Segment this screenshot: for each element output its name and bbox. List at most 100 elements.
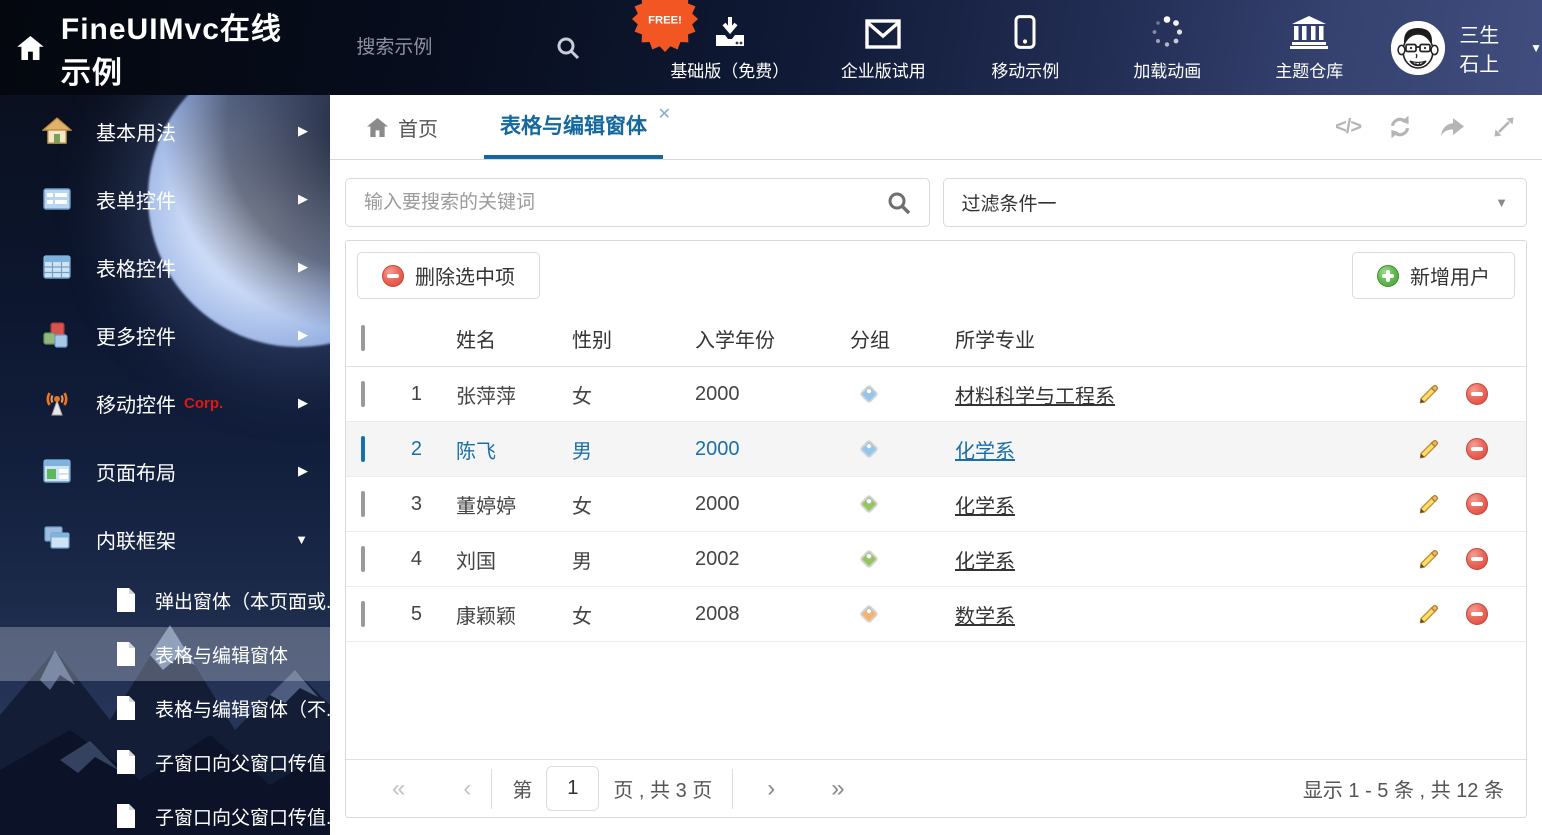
brand[interactable]: FineUIMvc在线示例 — [0, 4, 301, 92]
sidebar-item-form-controls[interactable]: 表单控件 ▶ — [0, 165, 330, 233]
column-header-year[interactable]: 入学年份 — [695, 324, 850, 353]
row-index: 5 — [410, 602, 422, 625]
file-icon — [115, 641, 137, 667]
row-checkbox[interactable] — [361, 490, 365, 517]
file-icon — [115, 695, 137, 721]
nav-item-mobile-demo[interactable]: 移动示例 — [977, 13, 1073, 82]
edit-pencil-icon[interactable] — [1418, 604, 1439, 625]
nav-item-label: 基础版（免费） — [670, 62, 790, 81]
sidebar-subitem-grid-edit-window[interactable]: 表格与编辑窗体 — [0, 627, 330, 681]
major-link[interactable]: 数学系 — [955, 606, 1015, 628]
sidebar-subitem-child-to-parent-2[interactable]: 子窗口向父窗口传值... — [0, 789, 330, 835]
sidebar-item-grid-controls[interactable]: 表格控件 ▶ — [0, 233, 330, 301]
keyword-search-box[interactable] — [345, 178, 930, 227]
major-link[interactable]: 化学系 — [955, 551, 1015, 573]
row-checkbox[interactable] — [361, 600, 365, 627]
delete-selected-label: 删除选中项 — [415, 267, 515, 289]
page-number-input[interactable] — [546, 766, 600, 811]
column-header-gender[interactable]: 性别 — [572, 324, 695, 353]
table-row[interactable]: 1 张萍萍 女 2000 材料科学与工程系 — [346, 367, 1526, 422]
cell-gender: 男 — [572, 550, 592, 573]
delete-selected-button[interactable]: 删除选中项 — [357, 252, 540, 299]
major-link[interactable]: 化学系 — [955, 441, 1015, 463]
delete-row-icon[interactable] — [1466, 548, 1488, 570]
sidebar-subitem-label: 子窗口向父窗口传值 — [155, 753, 327, 775]
major-link[interactable]: 化学系 — [955, 496, 1015, 518]
sidebar-subitem-label: 子窗口向父窗口传值... — [155, 807, 330, 829]
tag-icon — [859, 549, 879, 569]
cell-name: 刘国 — [456, 550, 496, 573]
tag-icon — [859, 494, 879, 514]
sidebar-item-page-layout[interactable]: 页面布局 ▶ — [0, 437, 330, 505]
delete-row-icon[interactable] — [1466, 438, 1488, 460]
major-link[interactable]: 材料科学与工程系 — [955, 386, 1115, 408]
sidebar-subitem-popup-window[interactable]: 弹出窗体（本页面或... — [0, 573, 330, 627]
filter-dropdown[interactable]: 过滤条件一 ▼ — [942, 178, 1527, 227]
column-header-name[interactable]: 姓名 — [428, 324, 572, 353]
form-icon — [42, 184, 72, 214]
tag-icon — [859, 439, 879, 459]
sidebar-menu: 基本用法 ▶ 表单控件 ▶ 表格控件 ▶ 更多控件 ▶ 移动控件 Corp. ▶… — [0, 95, 330, 835]
column-header-group[interactable]: 分组 — [850, 324, 955, 353]
tab-grid-edit-window[interactable]: 表格与编辑窗体 ✕ — [484, 95, 671, 159]
chevron-right-icon: ▶ — [298, 327, 308, 342]
header-search-icon[interactable] — [556, 36, 580, 60]
source-code-icon[interactable]: </> — [1335, 116, 1362, 139]
sidebar-item-label: 表格控件 — [96, 258, 176, 281]
home-icon — [41, 116, 73, 146]
delete-row-icon[interactable] — [1466, 603, 1488, 625]
sidebar-item-more-controls[interactable]: 更多控件 ▶ — [0, 301, 330, 369]
row-checkbox[interactable] — [361, 380, 365, 407]
app-home-icon — [17, 35, 44, 60]
sidebar-item-label: 基本用法 — [96, 122, 176, 145]
nav-item-theme-repo[interactable]: 主题仓库 — [1261, 13, 1357, 82]
sidebar-item-basic-usage[interactable]: 基本用法 ▶ — [0, 97, 330, 165]
edit-pencil-icon[interactable] — [1418, 384, 1439, 405]
table-row[interactable]: 2 陈飞 男 2000 化学系 — [346, 422, 1526, 477]
tab-home-icon — [367, 117, 388, 137]
prev-page-button[interactable]: ‹ — [463, 776, 471, 801]
table-row[interactable]: 4 刘国 男 2002 化学系 — [346, 532, 1526, 587]
edit-pencil-icon[interactable] — [1418, 439, 1439, 460]
chevron-right-icon: ▶ — [298, 191, 308, 206]
tab-actions: </> — [1335, 95, 1542, 159]
column-header-major[interactable]: 所学专业 — [955, 324, 1384, 353]
refresh-icon[interactable] — [1387, 114, 1413, 140]
sidebar-item-mobile-controls[interactable]: 移动控件 Corp. ▶ — [0, 369, 330, 437]
user-menu[interactable]: 三生石上 ▼ — [1391, 19, 1542, 77]
open-new-window-icon[interactable] — [1439, 115, 1466, 139]
sidebar-subitem-child-to-parent[interactable]: 子窗口向父窗口传值 — [0, 735, 330, 789]
nav-item-enterprise-trial[interactable]: 企业版试用 — [835, 13, 931, 82]
free-badge: FREE! — [632, 0, 699, 52]
sidebar-item-label: 页面布局 — [96, 462, 176, 485]
delete-row-icon[interactable] — [1466, 493, 1488, 515]
add-user-button[interactable]: 新增用户 — [1352, 252, 1515, 299]
table-row[interactable]: 5 康颖颖 女 2008 数学系 — [346, 587, 1526, 642]
last-page-button[interactable]: » — [831, 776, 844, 801]
nav-item-loading-anim[interactable]: 加载动画 — [1119, 13, 1215, 82]
select-all-checkbox[interactable] — [361, 324, 365, 351]
sidebar-subitem-grid-edit-window-2[interactable]: 表格与编辑窗体（不... — [0, 681, 330, 735]
row-checkbox[interactable] — [361, 545, 365, 572]
edit-pencil-icon[interactable] — [1418, 494, 1439, 515]
table-row[interactable]: 3 董婷婷 女 2000 化学系 — [346, 477, 1526, 532]
tab-home[interactable]: 首页 — [358, 95, 446, 159]
next-page-button[interactable]: › — [767, 776, 775, 801]
envelope-icon — [865, 13, 902, 49]
tab-close-icon[interactable]: ✕ — [658, 104, 671, 124]
delete-row-icon[interactable] — [1466, 383, 1488, 405]
sidebar-item-iframe[interactable]: 内联框架 ▼ — [0, 505, 330, 573]
chevron-right-icon: ▶ — [298, 259, 308, 274]
edit-pencil-icon[interactable] — [1418, 549, 1439, 570]
avatar — [1391, 20, 1446, 75]
fullscreen-icon[interactable] — [1492, 115, 1516, 139]
search-icon[interactable] — [887, 191, 911, 215]
keyword-search-input[interactable] — [364, 191, 887, 214]
main-content: 首页 表格与编辑窗体 ✕ </> 过滤条件一 ▼ — [330, 95, 1542, 835]
sidebar: 基本用法 ▶ 表单控件 ▶ 表格控件 ▶ 更多控件 ▶ 移动控件 Corp. ▶… — [0, 95, 330, 835]
header-search-input[interactable] — [356, 36, 487, 59]
row-checkbox[interactable] — [361, 435, 365, 462]
first-page-button[interactable]: « — [392, 776, 405, 801]
pagination-bar: « ‹ 第 页 , 共 3 页 › » 显示 1 - 5 条 , 共 12 条 — [346, 759, 1526, 817]
sidebar-item-label: 更多控件 — [96, 326, 176, 349]
